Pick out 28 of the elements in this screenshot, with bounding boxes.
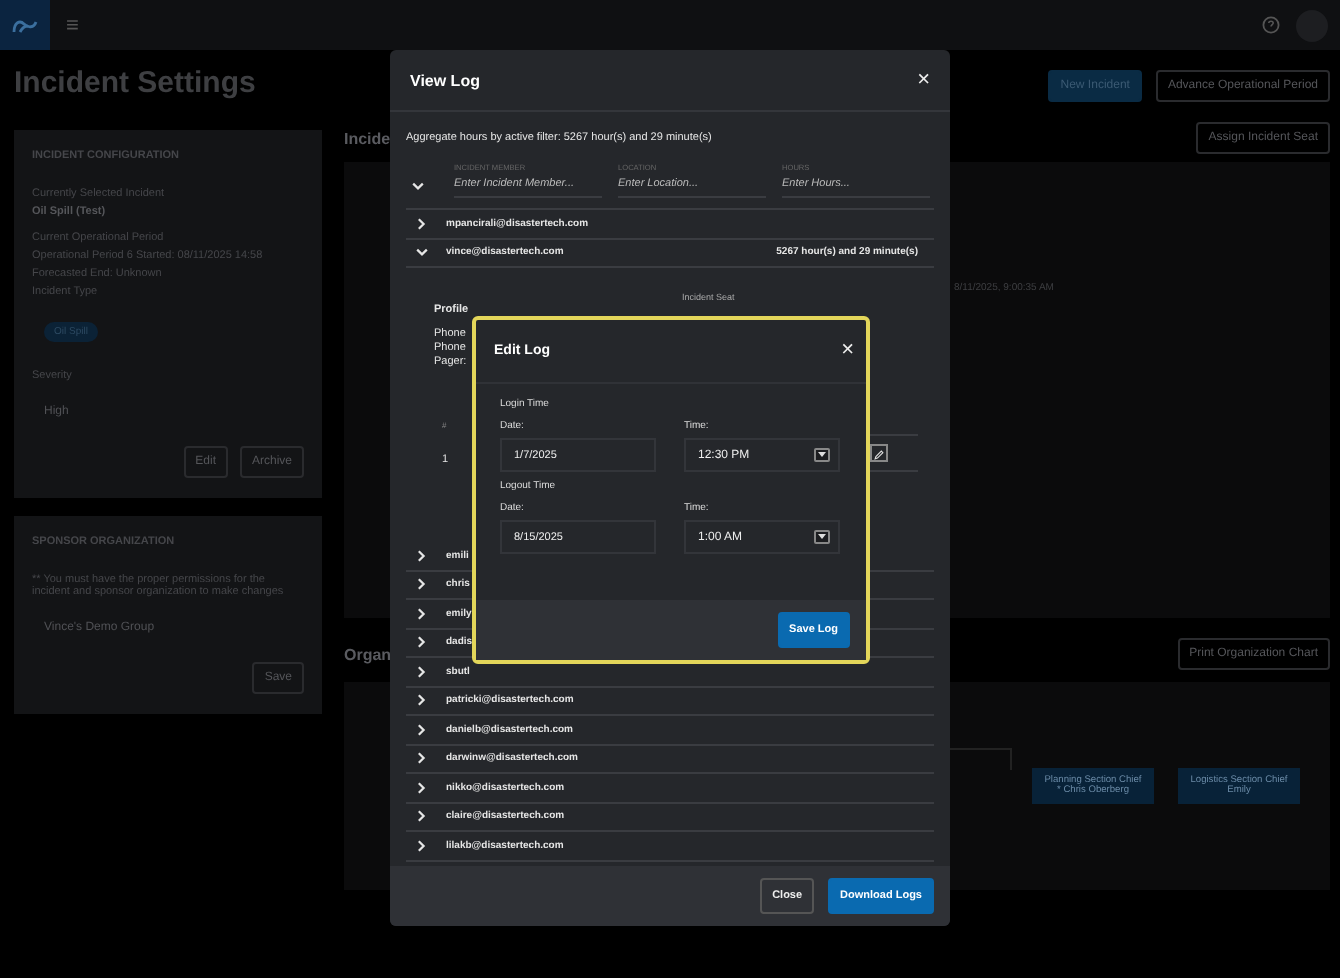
dropdown-button[interactable] bbox=[814, 448, 830, 462]
chevron-down-icon[interactable] bbox=[414, 244, 430, 261]
chevron-right-icon[interactable] bbox=[414, 837, 430, 854]
chevron-right-icon[interactable] bbox=[414, 215, 430, 232]
chevron-right-icon[interactable] bbox=[414, 808, 430, 825]
section-heading: Incide bbox=[344, 129, 391, 147]
pencil-icon bbox=[872, 446, 886, 464]
section-heading: Organ bbox=[344, 645, 392, 663]
chevron-right-icon[interactable] bbox=[414, 779, 430, 796]
page-title: Incident Settings bbox=[14, 65, 256, 99]
caret-icon bbox=[818, 534, 826, 540]
chevron-right-icon[interactable] bbox=[414, 634, 430, 651]
dropdown-button[interactable] bbox=[814, 530, 830, 544]
caret-icon bbox=[818, 452, 826, 458]
dialog-title: View Log bbox=[410, 71, 480, 89]
logo-icon bbox=[11, 16, 39, 34]
help-icon[interactable] bbox=[1262, 16, 1280, 34]
chevron-right-icon[interactable] bbox=[414, 750, 430, 767]
edit-button[interactable] bbox=[870, 444, 888, 462]
app-logo[interactable] bbox=[0, 0, 50, 50]
chevron-right-icon[interactable] bbox=[414, 692, 430, 709]
chevron-right-icon[interactable] bbox=[414, 605, 430, 622]
chevron-down-icon[interactable] bbox=[410, 178, 426, 194]
chevron-right-icon[interactable] bbox=[414, 547, 430, 564]
chevron-right-icon[interactable] bbox=[414, 721, 430, 738]
chevron-right-icon[interactable] bbox=[414, 576, 430, 593]
chevron-right-icon[interactable] bbox=[414, 663, 430, 680]
menu-icon[interactable]: ≡ bbox=[66, 13, 79, 37]
